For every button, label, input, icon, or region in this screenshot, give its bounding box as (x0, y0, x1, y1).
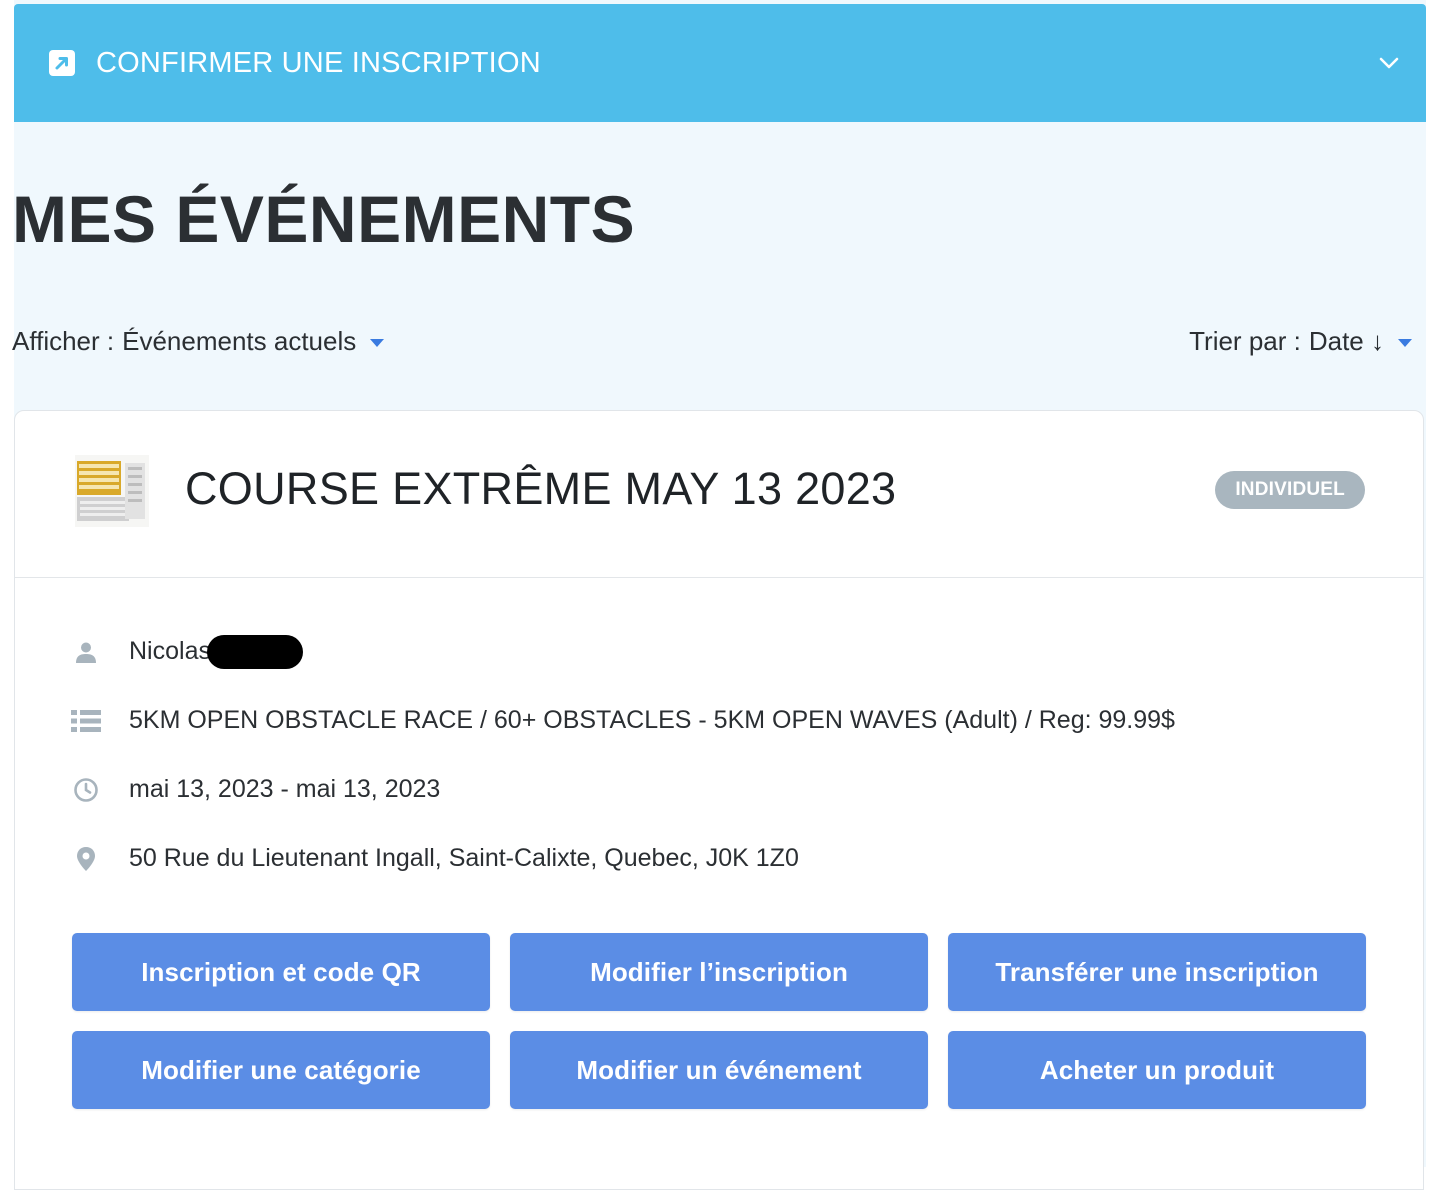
chevron-down-icon[interactable] (1378, 52, 1400, 74)
event-card-header: COURSE EXTRÊME MAY 13 2023 INDIVIDUEL (15, 411, 1423, 578)
sort-filter-label: Trier par : (1189, 326, 1301, 356)
map-pin-icon (71, 844, 101, 874)
confirm-registration-label: CONFIRMER UNE INSCRIPTION (96, 46, 541, 79)
list-icon (71, 706, 101, 736)
registration-qr-button[interactable]: Inscription et code QR (72, 933, 490, 1011)
sort-filter-value: Date ↓ (1308, 326, 1384, 356)
show-filter-dropdown[interactable]: Événements actuels (122, 326, 385, 357)
address-row: 50 Rue du Lieutenant Ingall, Saint-Calix… (71, 824, 1371, 893)
dates-row: mai 13, 2023 - mai 13, 2023 (71, 755, 1371, 824)
clock-icon (71, 775, 101, 805)
external-link-icon (48, 49, 76, 77)
edit-registration-button[interactable]: Modifier l’inscription (510, 933, 928, 1011)
show-filter: Afficher : Événements actuels (12, 326, 385, 357)
event-dates: mai 13, 2023 - mai 13, 2023 (129, 775, 441, 803)
event-actions: Inscription et code QR Modifier l’inscri… (72, 933, 1366, 1109)
caret-down-icon (370, 338, 385, 347)
user-icon (71, 637, 101, 667)
event-address: 50 Rue du Lieutenant Ingall, Saint-Calix… (129, 844, 799, 872)
sort-filter-dropdown[interactable]: Date ↓ (1309, 326, 1412, 357)
show-filter-value: Événements actuels (122, 326, 357, 356)
category-text: 5KM OPEN OBSTACLE RACE / 60+ OBSTACLES -… (129, 706, 1175, 734)
category-row: 5KM OPEN OBSTACLE RACE / 60+ OBSTACLES -… (71, 686, 1371, 755)
buy-product-button[interactable]: Acheter un produit (948, 1031, 1366, 1109)
page-title: MES ÉVÉNEMENTS (12, 182, 636, 256)
event-info-list: Nicolas 5KM OPEN OBSTACLE RACE / 60+ OBS… (71, 617, 1371, 893)
event-card: COURSE EXTRÊME MAY 13 2023 INDIVIDUEL Ni… (14, 410, 1424, 1190)
edit-category-button[interactable]: Modifier une catégorie (72, 1031, 490, 1109)
event-logo (75, 455, 149, 527)
event-title[interactable]: COURSE EXTRÊME MAY 13 2023 (185, 463, 896, 515)
participant-row: Nicolas (71, 617, 1371, 686)
show-filter-label: Afficher : (12, 326, 115, 356)
sort-filter: Trier par : Date ↓ (1189, 326, 1412, 357)
redaction-mark (206, 634, 303, 669)
caret-down-icon (1398, 338, 1412, 347)
transfer-registration-button[interactable]: Transférer une inscription (948, 933, 1366, 1011)
edit-event-button[interactable]: Modifier un événement (510, 1031, 928, 1109)
participant-name: Nicolas (129, 637, 211, 665)
confirm-registration-banner[interactable]: CONFIRMER UNE INSCRIPTION (14, 4, 1426, 122)
registration-type-badge: INDIVIDUEL (1215, 471, 1365, 509)
